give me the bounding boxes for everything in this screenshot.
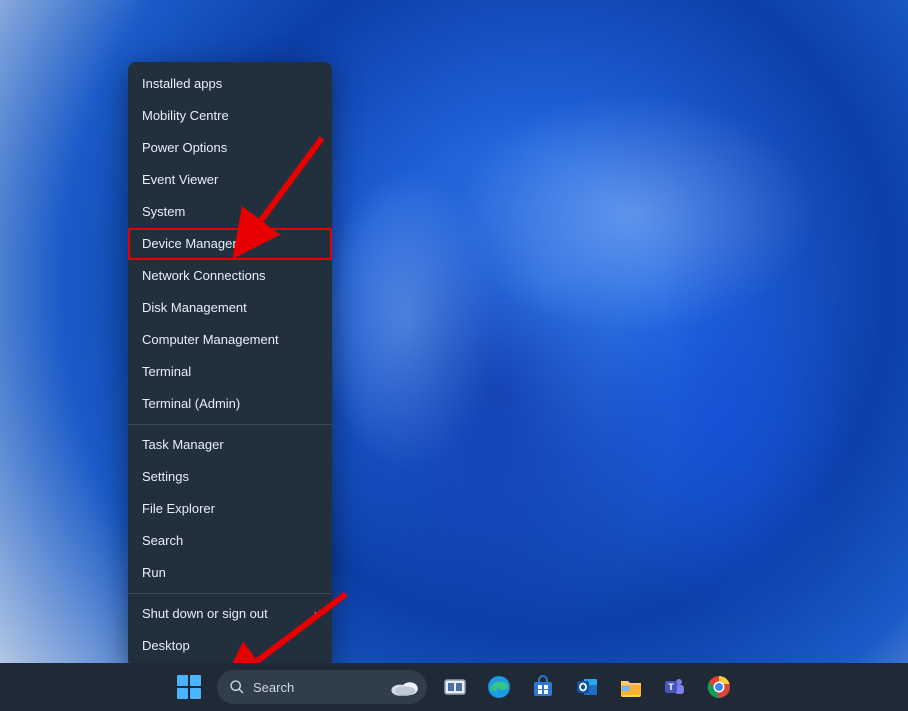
menu-mobility-centre[interactable]: Mobility Centre [128,100,332,132]
menu-system[interactable]: System [128,196,332,228]
winx-context-menu: Installed apps Mobility Centre Power Optio… [128,62,332,668]
menu-search[interactable]: Search [128,525,332,557]
taskbar-store[interactable] [523,667,563,707]
menu-computer-management[interactable]: Computer Management [128,324,332,356]
windows-logo-icon [177,675,201,699]
menu-item-label: Computer Management [142,330,279,350]
taskbar-edge[interactable] [479,667,519,707]
taskbar-teams-icon: T [663,675,687,699]
search-icon [229,679,245,695]
menu-installed-apps[interactable]: Installed apps [128,68,332,100]
taskbar-chrome-icon [707,675,731,699]
menu-item-label: Network Connections [142,266,266,286]
menu-separator [128,593,332,594]
menu-item-label: Task Manager [142,435,224,455]
taskbar-task-view-icon [443,675,467,699]
menu-item-label: System [142,202,185,222]
menu-item-label: Shut down or sign out [142,604,268,624]
taskbar-edge-icon [487,675,511,699]
menu-disk-management[interactable]: Disk Management [128,292,332,324]
menu-network-connections[interactable]: Network Connections [128,260,332,292]
svg-text:T: T [668,682,674,692]
menu-item-label: Device Manager [142,234,237,254]
desktop-wallpaper: Installed apps Mobility Centre Power Optio… [0,0,908,711]
menu-shutdown-signout[interactable]: Shut down or sign out › [128,598,332,630]
menu-item-label: Run [142,563,166,583]
taskbar: Search T [0,663,908,711]
taskbar-outlook[interactable] [567,667,607,707]
menu-item-label: Mobility Centre [142,106,229,126]
taskbar-teams[interactable]: T [655,667,695,707]
menu-item-label: Terminal [142,362,191,382]
weather-icon [389,675,421,699]
menu-power-options[interactable]: Power Options [128,132,332,164]
taskbar-outlook-icon [575,675,599,699]
taskbar-file-explorer[interactable] [611,667,651,707]
taskbar-task-view[interactable] [435,667,475,707]
taskbar-chrome[interactable] [699,667,739,707]
menu-terminal[interactable]: Terminal [128,356,332,388]
menu-item-label: Event Viewer [142,170,218,190]
menu-run[interactable]: Run [128,557,332,589]
menu-item-label: Installed apps [142,74,222,94]
menu-item-label: Desktop [142,636,190,656]
menu-item-label: Settings [142,467,189,487]
menu-item-label: Disk Management [142,298,247,318]
menu-terminal-admin[interactable]: Terminal (Admin) [128,388,332,420]
menu-item-label: Search [142,531,183,551]
taskbar-search[interactable]: Search [217,670,427,704]
menu-settings[interactable]: Settings [128,461,332,493]
menu-file-explorer[interactable]: File Explorer [128,493,332,525]
menu-device-manager[interactable]: Device Manager [128,228,332,260]
taskbar-apps: T [435,667,739,707]
chevron-right-icon: › [314,604,318,624]
menu-task-manager[interactable]: Task Manager [128,429,332,461]
menu-desktop[interactable]: Desktop [128,630,332,662]
menu-event-viewer[interactable]: Event Viewer [128,164,332,196]
start-button[interactable] [169,667,209,707]
taskbar-store-icon [531,675,555,699]
menu-separator [128,424,332,425]
menu-item-label: Power Options [142,138,227,158]
taskbar-file-explorer-icon [619,675,643,699]
menu-item-label: File Explorer [142,499,215,519]
menu-item-label: Terminal (Admin) [142,394,240,414]
search-placeholder-text: Search [253,680,294,695]
